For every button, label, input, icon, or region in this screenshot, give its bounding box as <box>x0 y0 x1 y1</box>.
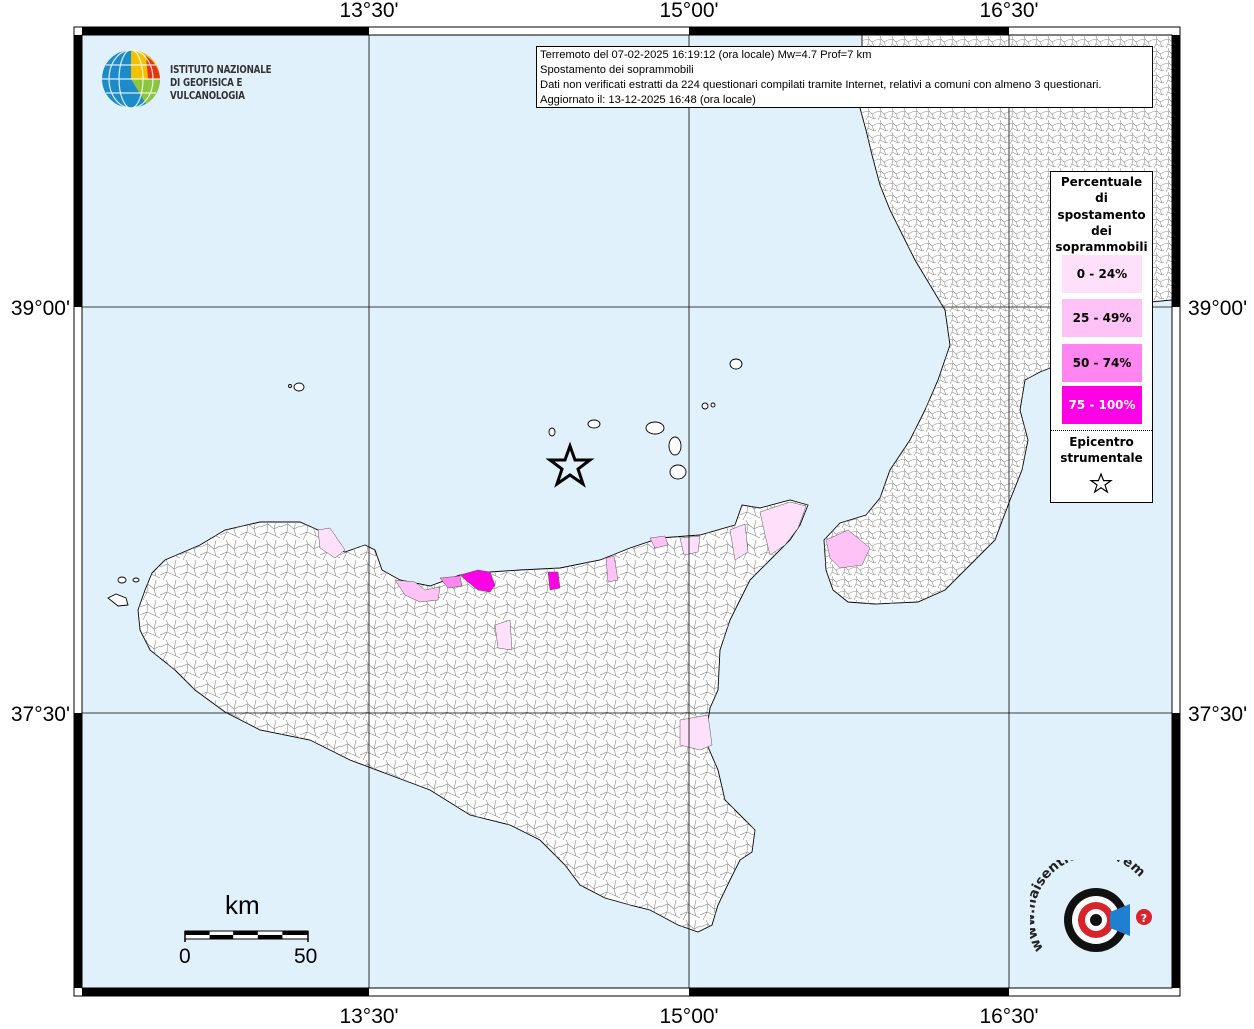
legend-title-line-3: spostamento <box>1057 207 1146 222</box>
legend-epicenter-line-2: strumentale <box>1060 451 1143 465</box>
haisentito-logo: ? www.haisentitoilterremoto.it <box>1022 844 1170 980</box>
legend-epicenter-line-1: Epicentro <box>1069 435 1134 449</box>
legend-title-line-1: Percentuale <box>1060 175 1143 189</box>
legend-item-50-74: 50 - 74% <box>1062 344 1142 382</box>
lat-label-left-1: 39°00' <box>11 297 70 320</box>
legend: Percentuale di spostamento dei soprammob… <box>1050 171 1153 503</box>
scale-unit: km <box>225 890 260 920</box>
scale-start: 0 <box>179 945 191 968</box>
event-info-box: Terremoto del 07-02-2025 16:19:12 (ora l… <box>536 46 1153 108</box>
lon-label-top-3: 16°30' <box>979 0 1038 22</box>
map-subject: Spostamento dei soprammobili <box>540 64 694 76</box>
legend-title-line-5: soprammobili <box>1055 240 1148 255</box>
legend-separator <box>1051 430 1152 431</box>
legend-item-0-24: 0 - 24% <box>1062 255 1142 293</box>
lon-label-top-2: 15°00' <box>659 0 718 22</box>
scale-bar: km 0 50 <box>170 890 340 980</box>
lat-label-left-2: 37°30' <box>11 703 70 726</box>
svg-text:?: ? <box>1141 912 1147 925</box>
scale-bar-graphic <box>184 930 309 942</box>
lon-label-bottom-3: 16°30' <box>979 1005 1038 1024</box>
lat-label-right-1: 39°00' <box>1188 297 1247 320</box>
region-75-100-santo-stefano <box>547 571 561 591</box>
lon-label-top-1: 13°30' <box>339 0 398 22</box>
lat-label-right-2: 37°30' <box>1188 703 1247 726</box>
logo-line-2: DI GEOFISICA E VULCANOLOGIA <box>170 77 245 102</box>
legend-item-75-100: 75 - 100% <box>1062 386 1142 424</box>
data-note: Dati non verificati estratti da 224 ques… <box>540 79 1102 91</box>
ingv-logo: ISTITUTO NAZIONALE DI GEOFISICA E VULCAN… <box>100 48 330 110</box>
update-time: Aggiornato il: 13-12-2025 16:48 (ora loc… <box>540 94 756 106</box>
legend-title: Percentuale di spostamento dei soprammob… <box>1051 174 1152 255</box>
legend-item-25-49: 25 - 49% <box>1062 299 1142 337</box>
logo-text: ISTITUTO NAZIONALE DI GEOFISICA E VULCAN… <box>170 64 301 103</box>
legend-title-line-2: di <box>1095 191 1108 206</box>
legend-epicenter-label: Epicentro strumentale <box>1051 434 1152 466</box>
legend-title-line-4: dei <box>1091 223 1112 238</box>
region-0-24-nicosia <box>494 619 513 651</box>
region-0-24-catania <box>679 714 713 751</box>
legend-star-icon <box>1089 472 1113 494</box>
globe-icon <box>102 49 161 109</box>
logo-line-1: ISTITUTO NAZIONALE <box>170 64 272 76</box>
lon-label-bottom-2: 15°00' <box>659 1005 718 1024</box>
event-title: Terremoto del 07-02-2025 16:19:12 (ora l… <box>540 49 872 61</box>
lon-label-bottom-1: 13°30' <box>339 1005 398 1024</box>
haisentito-emblem: ? www.haisentitoilterremoto.it <box>1022 844 1152 955</box>
scale-end: 50 <box>294 945 318 968</box>
